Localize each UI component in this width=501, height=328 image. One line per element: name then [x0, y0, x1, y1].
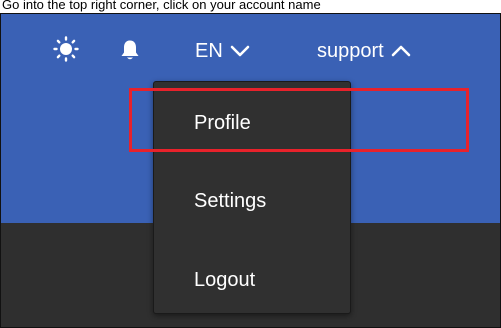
menu-item-logout[interactable]: Logout [154, 259, 350, 301]
instruction-caption: Go into the top right corner, click on y… [2, 0, 321, 12]
menu-item-settings[interactable]: Settings [154, 180, 350, 222]
account-dropdown-menu: Profile Settings Logout [153, 81, 351, 314]
theme-toggle-button[interactable] [53, 36, 79, 62]
account-menu-button[interactable]: support [317, 39, 411, 63]
language-selector[interactable]: EN [195, 39, 250, 63]
app-screenshot: EN support Profile Settings Logout [0, 13, 501, 328]
chevron-down-icon [230, 45, 250, 57]
language-label: EN [195, 40, 223, 62]
bell-icon [121, 40, 139, 60]
chevron-up-icon [391, 45, 411, 57]
menu-item-profile[interactable]: Profile [154, 102, 350, 144]
account-name: support [317, 40, 384, 62]
notifications-button[interactable] [119, 38, 141, 62]
sun-icon [53, 36, 79, 62]
